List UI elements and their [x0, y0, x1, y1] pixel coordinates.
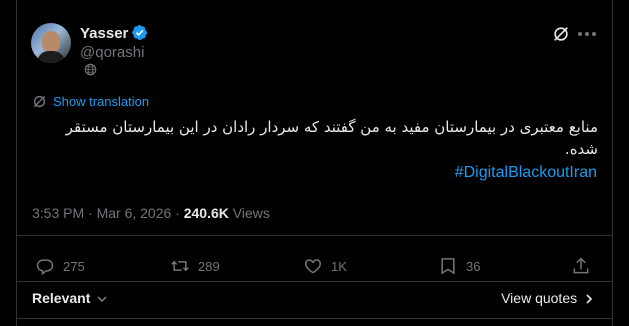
hashtag-link[interactable]: #DigitalBlackoutIran: [455, 164, 597, 182]
view-quotes-link[interactable]: View quotes: [501, 290, 594, 306]
divider: [17, 235, 612, 236]
share-icon: [573, 257, 589, 274]
author-handle[interactable]: @qorashi: [80, 44, 144, 61]
sort-label: Relevant: [32, 290, 91, 306]
chevron-right-icon: [586, 294, 593, 304]
tweet-timestamp[interactable]: 3:53 PM · Mar 6, 2026 ·: [32, 205, 184, 221]
view-quotes-label: View quotes: [501, 290, 578, 306]
bookmark-button[interactable]: 36: [438, 255, 480, 277]
bookmark-count: 36: [466, 258, 481, 274]
author-name[interactable]: Yasser: [80, 25, 128, 42]
reply-icon: [36, 259, 54, 276]
bookmark-icon: [441, 258, 455, 275]
like-button[interactable]: 1K: [303, 255, 347, 277]
tweet-meta: 3:53 PM · Mar 6, 2026 · 240.6K Views: [32, 205, 270, 221]
divider: [17, 318, 612, 319]
reply-button[interactable]: 275: [35, 255, 85, 277]
heart-icon: [304, 259, 322, 274]
more-options-icon[interactable]: [578, 32, 598, 38]
reply-count: 275: [63, 258, 85, 274]
repost-button[interactable]: 289: [170, 255, 220, 277]
avatar[interactable]: [31, 23, 71, 63]
views-label: Views: [228, 205, 270, 221]
chevron-down-icon: [97, 296, 107, 303]
sort-replies-dropdown[interactable]: Relevant: [32, 290, 108, 306]
like-count: 1K: [331, 258, 347, 274]
show-translation-link[interactable]: Show translation: [53, 94, 149, 109]
repost-icon: [171, 260, 189, 272]
verified-badge-icon: [132, 25, 148, 40]
divider: [17, 281, 612, 282]
grok-icon[interactable]: [552, 25, 570, 43]
share-button[interactable]: [571, 255, 599, 277]
views-count: 240.6K: [183, 205, 229, 221]
globe-icon: [84, 63, 97, 76]
tweet-text: منابع معتبری در بیمارستان مفید به من گفت…: [65, 118, 598, 158]
repost-count: 289: [198, 258, 220, 274]
translate-icon[interactable]: [32, 94, 47, 109]
